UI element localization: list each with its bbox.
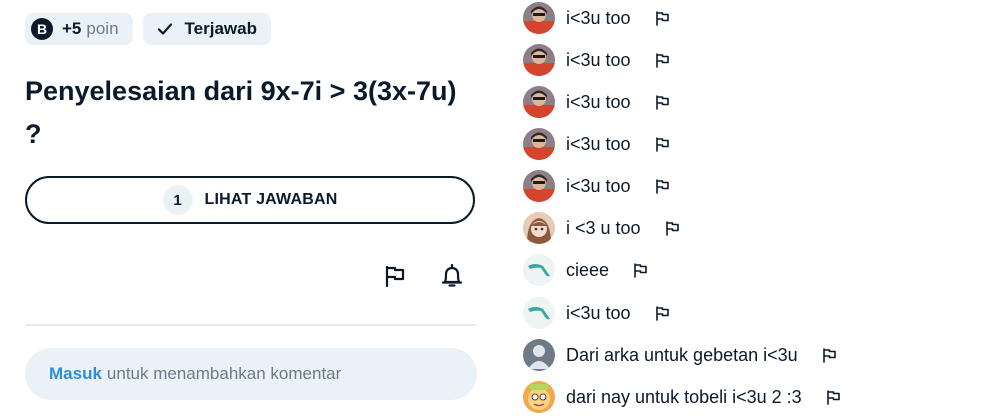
comment-text: cieee xyxy=(566,259,610,280)
comment-text: i <3 u too xyxy=(566,217,641,238)
comment-row: dari nay untuk tobeli i<3u 2 :3 xyxy=(523,380,841,414)
comment-input[interactable]: Masuk untuk menambahkan komentar xyxy=(25,348,477,400)
question-card: B +5 poin Terjawab Penyelesaian dari 9x-… xyxy=(0,0,500,416)
comment-row: i<3u too xyxy=(523,169,670,203)
comment-row: i<3u too xyxy=(523,43,670,77)
comment-text: i<3u too xyxy=(566,7,631,28)
comment-list: i<3u too i<3u too i<3u too i<3u too i<3u too… xyxy=(515,0,1000,416)
comment-text: i<3u too xyxy=(566,133,631,154)
question-text: Penyelesaian dari 9x-7i > 3(3x-7u) ? xyxy=(25,76,457,149)
report-flag-icon[interactable] xyxy=(633,262,648,278)
avatar[interactable] xyxy=(523,381,555,413)
comment-row: i<3u too xyxy=(523,127,670,161)
points-unit: poin xyxy=(86,19,119,38)
avatar[interactable] xyxy=(523,86,555,118)
answered-label: Terjawab xyxy=(184,19,257,38)
avatar[interactable] xyxy=(523,339,555,371)
comment-row: i<3u too xyxy=(523,296,670,330)
avatar[interactable] xyxy=(523,254,555,286)
comment-text: Dari arka untuk gebetan i<3u xyxy=(566,344,798,365)
answered-badge: Terjawab xyxy=(142,13,271,45)
comment-text: i<3u too xyxy=(566,175,631,196)
report-flag-icon[interactable] xyxy=(655,94,670,110)
see-answer-label: LIHAT JAWABAN xyxy=(204,191,338,208)
check-icon xyxy=(157,23,172,35)
report-flag-icon[interactable] xyxy=(826,389,841,405)
comment-text: i<3u too xyxy=(566,49,631,70)
comment-row: i <3 u too xyxy=(523,211,680,245)
avatar[interactable] xyxy=(523,212,555,244)
comment-text: i<3u too xyxy=(566,91,631,112)
brainly-coin-icon: B xyxy=(31,18,53,40)
flag-icon[interactable] xyxy=(384,265,406,287)
comment-row: Dari arka untuk gebetan i<3u xyxy=(523,338,837,372)
login-link[interactable]: Masuk xyxy=(49,364,102,384)
avatar[interactable] xyxy=(523,44,555,76)
report-flag-icon[interactable] xyxy=(655,178,670,194)
divider xyxy=(25,324,477,326)
report-flag-icon[interactable] xyxy=(655,10,670,26)
avatar[interactable] xyxy=(523,297,555,329)
report-flag-icon[interactable] xyxy=(655,305,670,321)
points-value: +5 xyxy=(62,19,82,38)
report-flag-icon[interactable] xyxy=(665,220,680,236)
comment-row: cieee xyxy=(523,253,648,287)
see-answer-button[interactable]: 1 LIHAT JAWABAN xyxy=(25,176,475,224)
report-flag-icon[interactable] xyxy=(822,347,837,363)
report-flag-icon[interactable] xyxy=(655,52,670,68)
avatar[interactable] xyxy=(523,170,555,202)
comment-row: i<3u too xyxy=(523,85,670,119)
comment-row: i<3u too xyxy=(523,1,670,35)
comment-text: i<3u too xyxy=(566,302,631,323)
bell-icon[interactable] xyxy=(440,263,464,289)
avatar[interactable] xyxy=(523,2,555,34)
answer-count: 1 xyxy=(162,185,193,215)
report-flag-icon[interactable] xyxy=(655,136,670,152)
avatar[interactable] xyxy=(523,128,555,160)
points-badge: B +5 poin xyxy=(25,13,133,45)
comment-prompt: untuk menambahkan komentar xyxy=(106,364,342,383)
comment-text: dari nay untuk tobeli i<3u 2 :3 xyxy=(566,386,802,407)
badge-row: B +5 poin Terjawab xyxy=(25,13,271,45)
